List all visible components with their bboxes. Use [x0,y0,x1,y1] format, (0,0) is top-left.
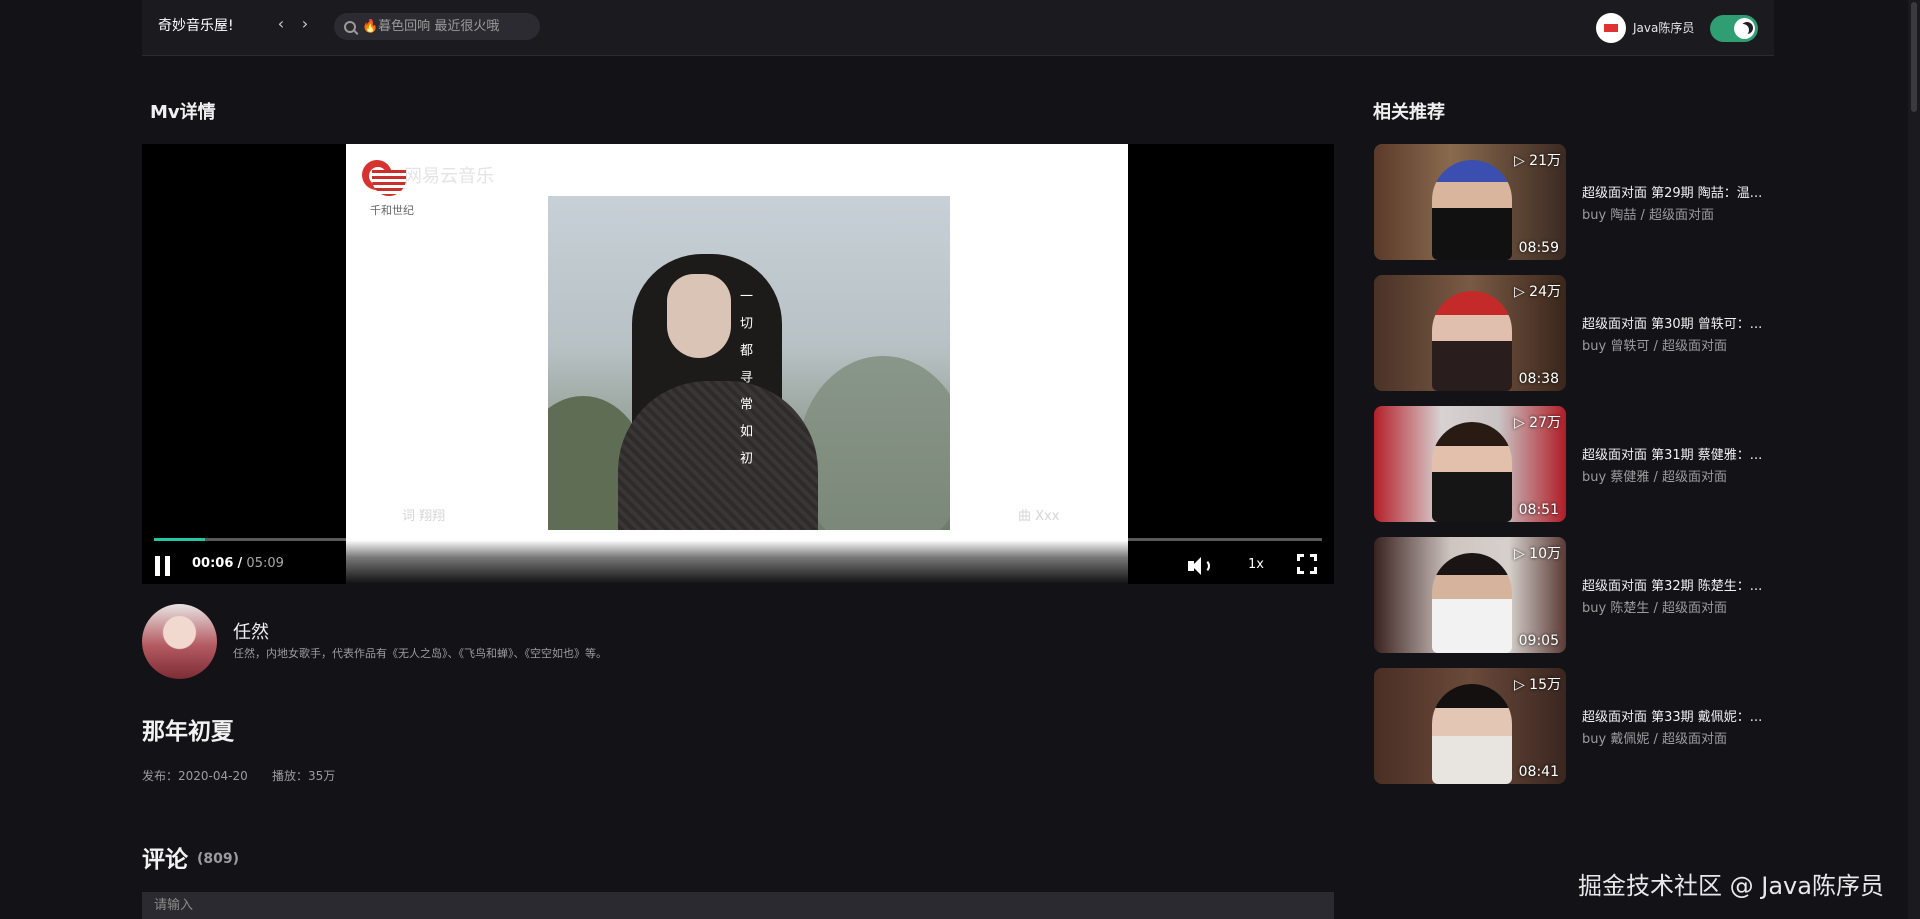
thumbnail-figure [1432,422,1512,522]
comments-count: (809) [197,851,240,867]
thumbnail-duration: 08:59 [1518,240,1559,256]
thumbnail-play-count: ▷ 15万 [1513,677,1561,693]
related-thumbnail[interactable]: ▷ 21万 08:59 [1374,144,1566,260]
sound-wave [1200,559,1210,573]
label-brand-text: 千和世纪 [370,204,414,217]
current-time: 00:06 [192,556,234,571]
related-subtitle: buy 陈楚生 / 超级面对面 [1582,601,1727,616]
fs-corner [1297,567,1304,574]
publish-date: 发布：2020-04-20 [142,769,248,783]
progress-fill [154,538,206,541]
label-logo-icon [372,170,406,196]
user-name[interactable]: Java陈序员 [1633,19,1694,36]
background-foliage [798,356,950,530]
search-input[interactable] [362,19,532,34]
artist-avatar[interactable] [142,604,217,679]
related-subtitle: buy 陶喆 / 超级面对面 [1582,208,1714,223]
volume-icon[interactable] [1188,555,1212,577]
related-item[interactable]: ▷ 10万 09:05 超级面对面 第32期 陈楚生：... buy 陈楚生 /… [1374,537,1774,653]
fs-corner [1310,554,1317,561]
thumbnail-figure [1432,160,1512,260]
related-thumbnail[interactable]: ▷ 27万 08:51 [1374,406,1566,522]
fullscreen-icon[interactable] [1297,554,1317,574]
thumbnail-figure [1432,553,1512,653]
figure-body [618,381,818,530]
fs-corner [1297,554,1304,561]
thumbnail-duration: 08:38 [1518,371,1559,387]
user-avatar[interactable] [1596,13,1626,43]
related-item[interactable]: ▷ 15万 08:41 超级面对面 第33期 戴佩妮：... buy 戴佩妮 /… [1374,668,1774,784]
thumbnail-play-count: ▷ 21万 [1513,153,1561,169]
watermark-text: 掘金技术社区 @ Java陈序员 [1578,872,1884,900]
comments-title: 评论 [142,847,188,873]
thumbnail-figure [1432,291,1512,391]
artist-name[interactable]: 任然 [233,618,269,644]
time-display: 00:06 / 05:09 [192,556,284,571]
related-subtitle: buy 蔡健雅 / 超级面对面 [1582,470,1727,485]
play-count: 播放：35万 [272,769,336,783]
related-item[interactable]: ▷ 24万 08:38 超级面对面 第30期 曾轶可：... buy 曾轶可 /… [1374,275,1774,391]
app-brand[interactable]: 奇妙音乐屋! [158,15,234,35]
related-subtitle: buy 曾轶可 / 超级面对面 [1582,339,1727,354]
video-player[interactable]: 网易云音乐 千和世纪 一切都寻常如初 词 翔翔 曲 Xxx 00:06 / 05… [142,144,1334,584]
related-title[interactable]: 超级面对面 第30期 曾轶可：... [1582,313,1774,332]
page-scrollbar[interactable] [1908,0,1920,919]
search-box[interactable] [334,13,540,40]
related-title[interactable]: 超级面对面 第33期 戴佩妮：... [1582,706,1774,725]
time-separator: / [237,556,243,571]
related-thumbnail[interactable]: ▷ 24万 08:38 [1374,275,1566,391]
thumbnail-figure [1432,684,1512,784]
related-title[interactable]: 超级面对面 第29期 陶喆：温... [1582,182,1774,201]
comment-input[interactable] [142,892,1334,919]
related-title[interactable]: 超级面对面 第31期 蔡健雅：... [1582,444,1774,463]
progress-bar[interactable] [154,538,1322,541]
mv-section-title: Mv详情 [150,102,216,123]
related-thumbnail[interactable]: ▷ 10万 09:05 [1374,537,1566,653]
total-time: 05:09 [246,556,284,571]
related-title[interactable]: 超级面对面 第32期 陈楚生：... [1582,575,1774,594]
related-subtitle: buy 戴佩妮 / 超级面对面 [1582,732,1727,747]
related-item[interactable]: ▷ 21万 08:59 超级面对面 第29期 陶喆：温... buy 陶喆 / … [1374,144,1774,260]
faint-brand-text: 网易云音乐 [404,166,494,187]
top-header: 奇妙音乐屋! ‹ › Java陈序员 [142,0,1774,56]
chevron-left-icon[interactable]: ‹ [271,14,291,34]
figure-face [667,274,731,358]
related-section-title: 相关推荐 [1373,102,1445,123]
thumbnail-duration: 08:41 [1518,764,1559,780]
video-frame[interactable]: 网易云音乐 千和世纪 一切都寻常如初 词 翔翔 曲 Xxx [346,144,1128,584]
search-icon [344,20,356,33]
composer-credit: 曲 Xxx [1018,509,1060,524]
thumbnail-play-count: ▷ 10万 [1513,546,1561,562]
theme-toggle[interactable] [1710,15,1758,42]
thumbnail-play-count: ▷ 24万 [1513,284,1561,300]
related-item[interactable]: ▷ 27万 08:51 超级面对面 第31期 蔡健雅：... buy 蔡健雅 /… [1374,406,1774,522]
related-thumbnail[interactable]: ▷ 15万 08:41 [1374,668,1566,784]
thumbnail-duration: 08:51 [1518,502,1559,518]
artist-description: 任然，内地女歌手，代表作品有《无人之岛》、《飞鸟和蝉》、《空空如也》等。 [233,647,607,660]
avatar-logo-icon [1604,24,1618,32]
fs-corner [1310,567,1317,574]
thumbnail-play-count: ▷ 27万 [1513,415,1561,431]
lyricist-credit: 词 翔翔 [402,509,446,524]
playback-speed-button[interactable]: 1x [1248,557,1264,572]
lyric-vertical-text: 一切都寻常如初 [737,289,752,478]
moon-icon [1737,24,1749,36]
thumbnail-duration: 09:05 [1518,633,1559,649]
chevron-right-icon[interactable]: › [295,14,315,34]
scrollbar-thumb[interactable] [1911,2,1917,112]
toggle-knob [1734,18,1755,39]
mv-title: 那年初夏 [142,719,234,745]
controls-gradient [346,540,1128,584]
pause-icon[interactable] [154,556,172,576]
